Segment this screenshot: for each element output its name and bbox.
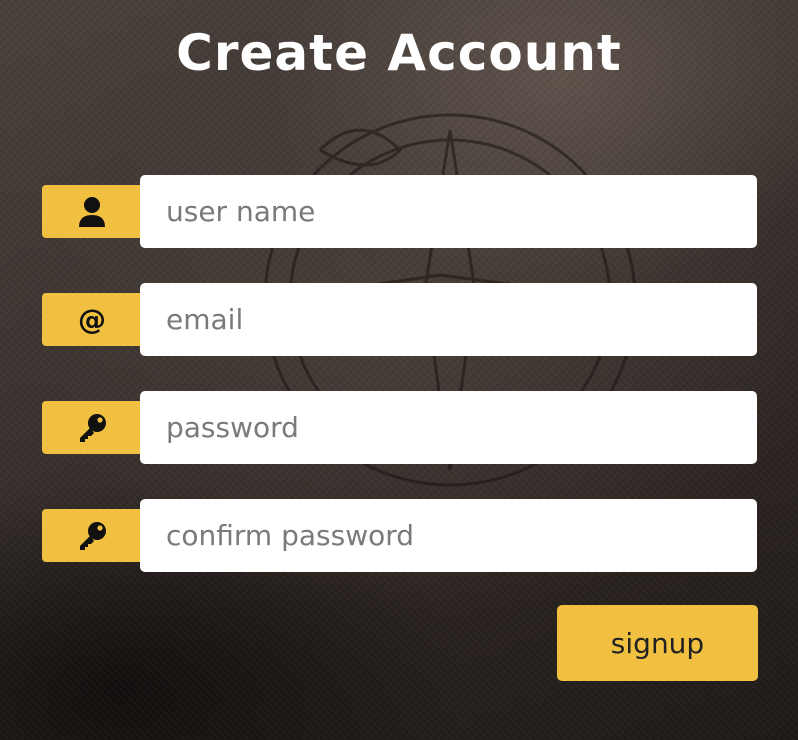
user-icon [42, 185, 142, 238]
confirm-password-field[interactable] [140, 499, 757, 572]
page-title: Create Account [176, 24, 622, 82]
at-icon: @ [42, 293, 142, 346]
key-icon [42, 509, 142, 562]
password-field[interactable] [140, 391, 757, 464]
key-icon [42, 401, 142, 454]
confirm-password-row [42, 499, 758, 573]
signup-button[interactable]: signup [557, 605, 758, 681]
username-row [42, 175, 758, 249]
signup-card: Create Account @ [0, 0, 798, 740]
username-field[interactable] [140, 175, 757, 248]
email-row: @ [42, 283, 758, 357]
email-field[interactable] [140, 283, 757, 356]
password-row [42, 391, 758, 465]
